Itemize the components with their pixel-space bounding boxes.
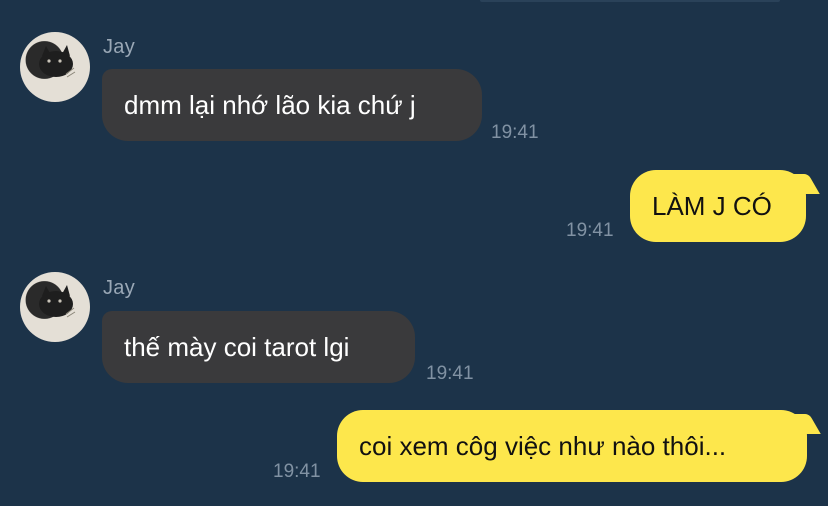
message-text: coi xem côg việc như nào thôi... [359, 430, 727, 461]
message-text: thế mày coi tarot lgi [124, 331, 350, 362]
message-text: LÀM J CÓ [652, 190, 772, 221]
sender-name: Jay [103, 277, 136, 299]
cat-avatar-icon [39, 45, 76, 78]
message-text: dmm lại nhớ lão kia chứ j [124, 89, 416, 120]
sender-avatar[interactable] [20, 272, 90, 342]
bubble-tail [788, 174, 820, 194]
cat-avatar-icon [39, 285, 76, 318]
outgoing-message-bubble[interactable]: LÀM J CÓ [630, 170, 820, 242]
bubble-tail [789, 414, 821, 434]
previous-message-edge [480, 0, 780, 2]
sender-name: Jay [103, 36, 136, 58]
message-timestamp: 19:41 [273, 461, 321, 482]
sender-avatar[interactable] [20, 32, 90, 102]
message-timestamp: 19:41 [566, 220, 614, 241]
incoming-message-bubble[interactable]: dmm lại nhớ lão kia chứ j [102, 69, 482, 141]
incoming-message-bubble[interactable]: thế mày coi tarot lgi [102, 311, 415, 383]
outgoing-message-bubble[interactable]: coi xem côg việc như nào thôi... [337, 410, 821, 482]
message-timestamp: 19:41 [426, 363, 474, 384]
message-timestamp: 19:41 [491, 122, 539, 143]
